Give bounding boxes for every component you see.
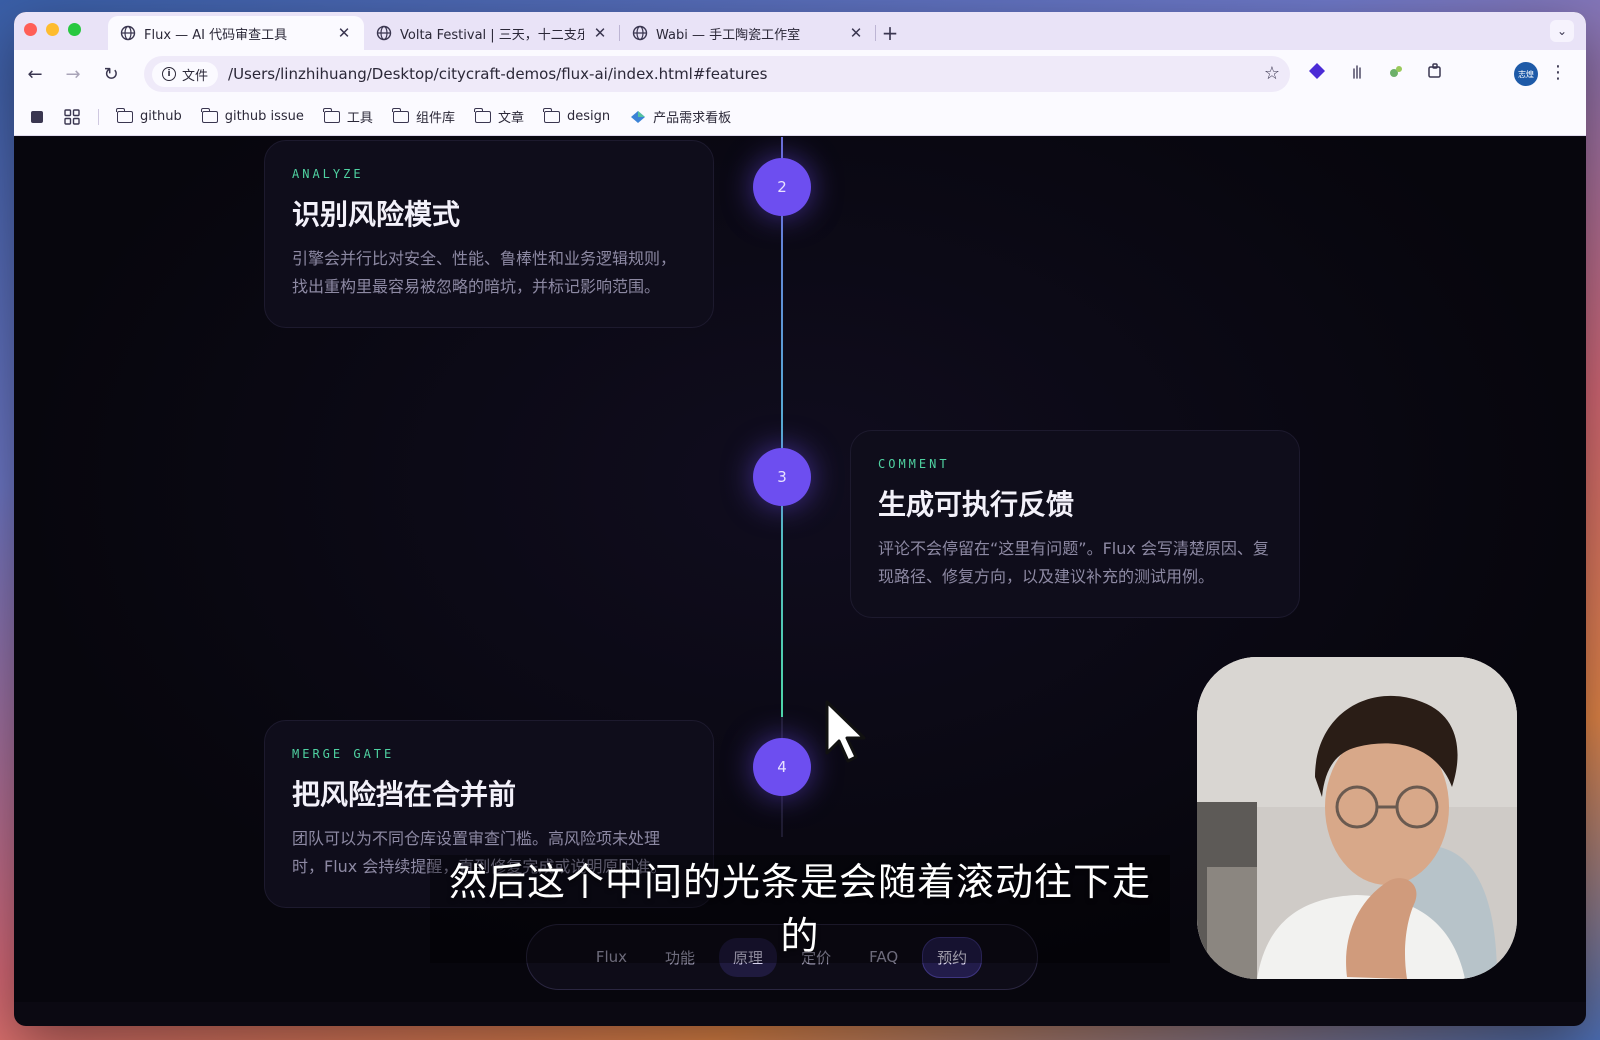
folder-icon	[323, 107, 340, 123]
url-text[interactable]: /Users/linzhihuang/Desktop/citycraft-dem…	[228, 65, 1290, 83]
folder-icon	[116, 107, 133, 123]
floating-nav: Flux 功能 原理 定价 FAQ 预约	[526, 924, 1038, 990]
bookmark-label: 产品需求看板	[653, 111, 732, 126]
bookmark-components[interactable]: 组件库	[385, 103, 463, 130]
nav-item-faq[interactable]: FAQ	[855, 939, 912, 975]
bookmark-label: 组件库	[415, 111, 455, 126]
step-node-2: 2	[753, 158, 811, 216]
folder-icon	[392, 107, 409, 123]
folder-icon	[543, 107, 560, 123]
reload-icon[interactable]: ↻	[92, 55, 130, 93]
bookmark-label: 文章	[497, 111, 524, 126]
nav-item-flux[interactable]: Flux	[582, 939, 641, 975]
minimize-window-button[interactable]	[46, 23, 59, 36]
tab-title: Wabi — 手工陶瓷工作室	[656, 27, 801, 43]
step-tag: ANALYZE	[292, 167, 364, 181]
chevron-down-icon[interactable]: ⌄	[1550, 20, 1574, 42]
globe-icon	[120, 25, 136, 41]
tab-volta[interactable]: Volta Festival | 三天，十二支乐 ✕	[364, 16, 620, 50]
folder-icon	[474, 107, 491, 123]
step-body: 引擎会并行比对安全、性能、鲁棒性和业务逻辑规则，找出重构里最容易被忽略的暗坑，并…	[292, 249, 677, 296]
close-window-button[interactable]	[24, 23, 37, 36]
folder-icon	[201, 107, 218, 123]
step-body: 评论不会停留在“这里有问题”。Flux 会写清楚原因、复现路径、修复方向，以及建…	[878, 539, 1269, 586]
site-info-label: 文件	[182, 68, 209, 84]
bookmark-label: 工具	[346, 111, 373, 126]
tab-strip: Flux — AI 代码审查工具 ✕ Volta Festival | 三天，十…	[14, 12, 1586, 50]
nav-item-features[interactable]: 功能	[651, 938, 709, 977]
step-title: 生成可执行反馈	[878, 488, 1075, 521]
tab-flux[interactable]: Flux — AI 代码审查工具 ✕	[108, 16, 364, 50]
tab-title: Flux — AI 代码审查工具	[144, 27, 288, 43]
step-title: 把风险挡在合并前	[292, 778, 517, 811]
presenter-video	[1197, 657, 1517, 979]
bookmark-label: github issue	[224, 109, 304, 124]
step-node-4: 4	[753, 738, 811, 796]
step-body: 团队可以为不同仓库设置审查门槛。高风险项未处理时，Flux 会持续提醒，直到修复…	[292, 829, 667, 876]
step-card-comment: COMMENT 生成可执行反馈 评论不会停留在“这里有问题”。Flux 会写清楚…	[850, 430, 1300, 618]
tabs: Flux — AI 代码审查工具 ✕ Volta Festival | 三天，十…	[108, 16, 904, 50]
step-tag: MERGE GATE	[292, 747, 395, 761]
timeline-progress-line	[781, 137, 783, 717]
extension-diamond-icon[interactable]	[1306, 60, 1328, 82]
apps-grid-icon[interactable]	[56, 105, 88, 129]
step-node-3: 3	[753, 448, 811, 506]
zoom-window-button[interactable]	[68, 23, 81, 36]
close-icon[interactable]: ✕	[592, 24, 608, 42]
bookmark-label: github	[140, 109, 182, 124]
extension-hand-icon[interactable]	[1346, 60, 1368, 82]
globe-icon	[376, 25, 392, 41]
divider	[98, 108, 99, 125]
nav-item-principle[interactable]: 原理	[719, 937, 778, 977]
back-arrow-icon[interactable]: ←	[16, 55, 54, 93]
page-content: ANALYZE 识别风险模式 引擎会并行比对安全、性能、鲁棒性和业务逻辑规则，找…	[14, 137, 1586, 1002]
step-card-analyze: ANALYZE 识别风险模式 引擎会并行比对安全、性能、鲁棒性和业务逻辑规则，找…	[264, 140, 714, 328]
mouse-cursor-icon	[825, 700, 866, 763]
close-icon[interactable]: ✕	[848, 24, 864, 42]
address-bar[interactable]: i 文件 /Users/linzhihuang/Desktop/citycraf…	[144, 56, 1290, 92]
star-icon[interactable]: ☆	[1264, 63, 1280, 84]
avatar[interactable]: 志煌	[1514, 62, 1538, 86]
sidebar-toggle-icon[interactable]	[22, 106, 52, 128]
site-info-chip[interactable]: i 文件	[152, 61, 219, 87]
more-menu-icon[interactable]: ⋮	[1548, 62, 1568, 86]
step-card-merge-gate: MERGE GATE 把风险挡在合并前 团队可以为不同仓库设置审查门槛。高风险项…	[264, 720, 714, 908]
toolbar: ← → ↻ i 文件 /Users/linzhihuang/Desktop/ci…	[14, 50, 1586, 98]
bookmarks-bar: github github issue 工具 组件库 文章 design 产品需…	[14, 98, 1586, 136]
bookmark-github[interactable]: github	[109, 105, 190, 128]
info-icon: i	[162, 67, 176, 81]
bookmark-product-board[interactable]: 产品需求看板	[622, 103, 739, 130]
globe-icon	[632, 25, 648, 41]
window-controls	[24, 23, 81, 36]
webcam-overlay	[1197, 657, 1517, 979]
forward-arrow-icon[interactable]: →	[54, 55, 92, 93]
bookmark-github-issue[interactable]: github issue	[194, 105, 312, 128]
new-tab-button[interactable]: +	[876, 16, 904, 50]
tab-wabi[interactable]: Wabi — 手工陶瓷工作室 ✕	[620, 16, 876, 50]
bookmark-articles[interactable]: 文章	[467, 103, 532, 130]
bookmark-label: design	[566, 109, 611, 124]
book-demo-button[interactable]: 预约	[922, 936, 983, 978]
step-tag: COMMENT	[878, 457, 950, 471]
bookmark-design[interactable]: design	[536, 105, 618, 128]
puzzle-icon[interactable]	[1424, 60, 1446, 82]
bookmark-tools[interactable]: 工具	[316, 103, 381, 130]
product-board-icon	[631, 110, 646, 123]
nav-item-pricing[interactable]: 定价	[787, 938, 845, 977]
tab-title: Volta Festival | 三天，十二支乐	[400, 27, 584, 43]
browser-window: Flux — AI 代码审查工具 ✕ Volta Festival | 三天，十…	[14, 12, 1586, 1026]
extension-leaf-icon[interactable]	[1385, 60, 1407, 82]
tab-separator	[875, 25, 876, 41]
step-title: 识别风险模式	[292, 198, 461, 231]
close-icon[interactable]: ✕	[336, 24, 352, 42]
